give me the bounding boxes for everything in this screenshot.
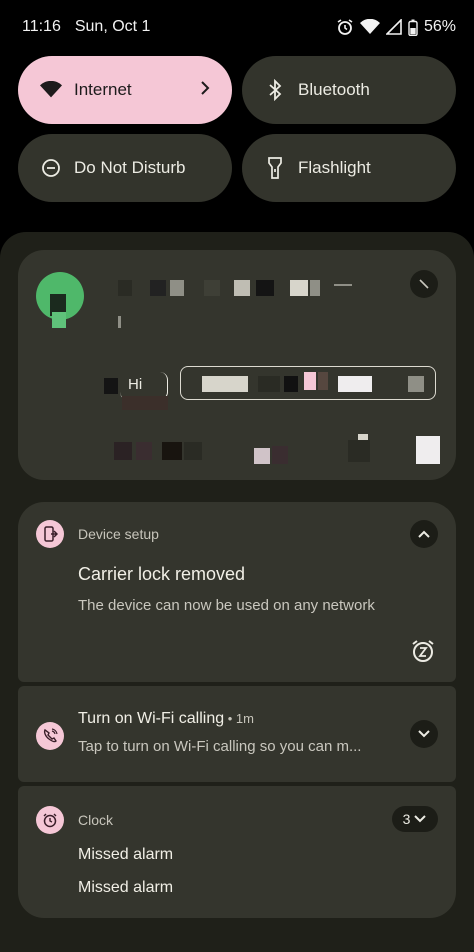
expand-button[interactable] — [410, 270, 438, 298]
clock-notification[interactable]: Clock 3 Missed alarm Missed alarm — [18, 786, 456, 918]
status-bar: 11:16 Sun, Oct 1 56% — [0, 0, 474, 54]
chevron-down-icon — [418, 730, 430, 738]
device-setup-notification[interactable]: Device setup Carrier lock removed The de… — [18, 502, 456, 682]
list-item: Missed alarm — [78, 846, 174, 863]
avatar-mosaic — [52, 312, 66, 328]
clock-app-icon — [36, 806, 64, 834]
flashlight-tile[interactable]: Flashlight — [242, 134, 456, 202]
chevron-right-icon — [200, 80, 210, 101]
app-name: Device setup — [78, 526, 159, 542]
internet-tile[interactable]: Internet — [18, 56, 232, 124]
notification-title: Turn on Wi-Fi calling — [78, 710, 225, 727]
snooze-button[interactable] — [410, 638, 436, 664]
flashlight-icon — [264, 157, 286, 179]
chevron-down-icon — [414, 815, 427, 823]
notification-body: Tap to turn on Wi-Fi calling so you can … — [78, 738, 362, 755]
tile-label: Flashlight — [298, 158, 371, 177]
app-name: Clock — [78, 812, 114, 828]
wifi-icon — [40, 79, 62, 101]
notification-body: The device can now be used on any networ… — [78, 597, 375, 614]
phone-wifi-icon — [36, 722, 64, 750]
bluetooth-tile[interactable]: Bluetooth — [242, 56, 456, 124]
notification-title: Carrier lock removed — [78, 564, 246, 584]
expand-button[interactable] — [410, 720, 438, 748]
bluetooth-icon — [264, 79, 286, 101]
tile-label: Internet — [74, 80, 132, 99]
wifi-calling-notification[interactable]: Turn on Wi-Fi calling • 1m Tap to turn o… — [18, 686, 456, 782]
dnd-icon — [40, 157, 62, 179]
expand-group-button[interactable]: 3 — [392, 806, 438, 832]
list-item: Missed alarm — [78, 879, 174, 896]
snooze-icon — [412, 640, 434, 662]
device-setup-app-icon — [36, 520, 64, 548]
notification-count: 3 — [402, 811, 411, 827]
dnd-tile[interactable]: Do Not Disturb — [18, 134, 232, 202]
media-notification[interactable]: Hi — [18, 250, 456, 480]
battery-icon — [408, 19, 418, 36]
battery-percent: 56% — [423, 18, 456, 35]
signal-icon — [385, 19, 402, 35]
wifi-icon — [359, 19, 380, 35]
collapse-button[interactable] — [410, 520, 438, 548]
tile-label: Do Not Disturb — [74, 158, 186, 177]
notification-time: • 1m — [224, 711, 254, 726]
status-date: Sun, Oct 1 — [74, 18, 151, 35]
alarm-icon — [336, 18, 354, 36]
tile-label: Bluetooth — [298, 80, 370, 99]
status-time: 11:16 — [22, 18, 61, 35]
